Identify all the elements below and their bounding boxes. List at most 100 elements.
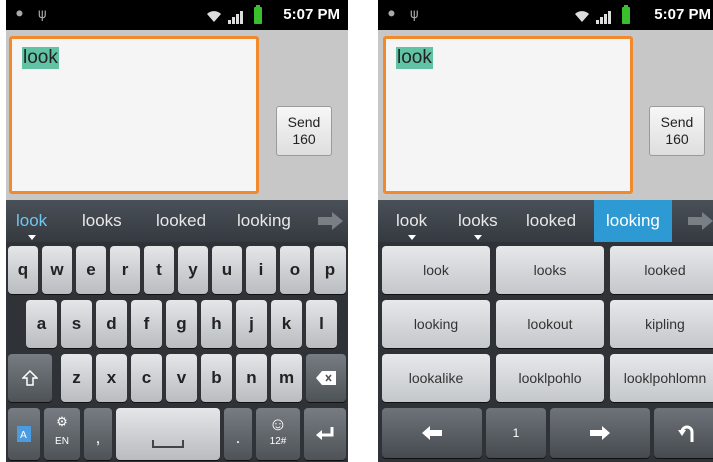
input-method-icon: A: [17, 426, 31, 442]
key-u[interactable]: u: [212, 246, 242, 294]
key-d[interactable]: d: [96, 300, 127, 348]
key-e[interactable]: e: [76, 246, 106, 294]
key-v[interactable]: v: [166, 354, 197, 402]
more-suggestions-arrow-icon[interactable]: [318, 212, 343, 230]
more-suggestions-arrow-icon[interactable]: [688, 212, 713, 230]
battery-icon: [254, 5, 262, 24]
suggestion-item[interactable]: looking: [237, 200, 291, 242]
key-o[interactable]: o: [280, 246, 310, 294]
symbols-key[interactable]: ☺ 12#: [256, 408, 300, 460]
key-r[interactable]: r: [110, 246, 140, 294]
left-phone-screen: ⚫ ψ 5:07 PM look Send 160 look looks loo…: [6, 0, 348, 462]
comma-key[interactable]: ,: [84, 408, 112, 460]
prediction-key[interactable]: looking: [382, 300, 490, 348]
key-h[interactable]: h: [201, 300, 232, 348]
key-t[interactable]: t: [144, 246, 174, 294]
char-counter: 160: [292, 131, 316, 147]
gear-icon: ⚙: [56, 414, 68, 429]
backspace-icon: [316, 371, 336, 385]
signal-icon: [596, 8, 614, 24]
key-w[interactable]: w: [42, 246, 72, 294]
key-n[interactable]: n: [236, 354, 267, 402]
arrow-left-icon: [422, 426, 442, 440]
send-button[interactable]: Send 160: [649, 106, 705, 156]
key-i[interactable]: i: [246, 246, 276, 294]
input-method-key[interactable]: A: [8, 408, 40, 460]
key-g[interactable]: g: [166, 300, 197, 348]
compose-area: look Send 160: [6, 30, 348, 200]
battery-icon: [622, 5, 630, 24]
period-key[interactable]: .: [224, 408, 252, 460]
key-p[interactable]: p: [314, 246, 346, 294]
key-z[interactable]: z: [61, 354, 92, 402]
message-text: look: [396, 47, 433, 69]
compose-area: look Send 160: [378, 30, 713, 200]
prediction-key[interactable]: lookalike: [382, 354, 490, 402]
key-s[interactable]: s: [61, 300, 92, 348]
undo-return-icon: [678, 425, 694, 442]
message-text: look: [22, 47, 59, 69]
usb-icon: ψ: [38, 7, 47, 22]
space-key[interactable]: [116, 408, 220, 460]
previous-page-key[interactable]: [382, 408, 482, 458]
emoji-icon: ☺: [268, 414, 288, 434]
arrow-right-icon: [590, 426, 610, 440]
status-bar: ⚫ ψ 5:07 PM: [6, 0, 348, 30]
key-k[interactable]: k: [271, 300, 302, 348]
svg-text:A: A: [20, 430, 27, 441]
prediction-key[interactable]: looked: [610, 246, 713, 294]
key-f[interactable]: f: [131, 300, 162, 348]
send-label: Send: [660, 114, 694, 130]
message-input[interactable]: look: [9, 36, 259, 194]
prediction-key[interactable]: lookout: [496, 300, 604, 348]
key-j[interactable]: j: [236, 300, 267, 348]
suggestion-item[interactable]: looks: [458, 200, 498, 242]
wifi-icon: [575, 11, 589, 22]
key-m[interactable]: m: [271, 354, 302, 402]
send-label: Send: [287, 114, 321, 130]
suggestion-item-selected[interactable]: looking: [594, 200, 672, 242]
suggestion-item[interactable]: look: [396, 200, 427, 242]
key-c[interactable]: c: [131, 354, 162, 402]
key-x[interactable]: x: [96, 354, 127, 402]
android-debug-icon: ⚫: [386, 7, 397, 22]
shift-key[interactable]: [8, 354, 52, 402]
key-a[interactable]: a: [26, 300, 57, 348]
message-input[interactable]: look: [383, 36, 633, 194]
status-bar: ⚫ ψ 5:07 PM: [378, 0, 713, 30]
suggestion-item[interactable]: looked: [156, 200, 206, 242]
key-q[interactable]: q: [8, 246, 38, 294]
prediction-key[interactable]: look: [382, 246, 490, 294]
suggestion-item[interactable]: looked: [526, 200, 576, 242]
language-label: EN: [55, 436, 69, 447]
signal-icon: [228, 8, 246, 24]
next-page-key[interactable]: [550, 408, 650, 458]
symbols-label: 12#: [269, 436, 287, 447]
qwerty-keyboard: q w e r t y u i o p a s d f g h j k l z …: [6, 242, 348, 462]
shift-icon: [21, 369, 39, 386]
backspace-key[interactable]: [306, 354, 346, 402]
status-time: 5:07 PM: [283, 6, 340, 23]
return-key[interactable]: [654, 408, 713, 458]
android-debug-icon: ⚫: [14, 7, 25, 22]
enter-key[interactable]: [304, 408, 346, 460]
key-b[interactable]: b: [201, 354, 232, 402]
status-time: 5:07 PM: [654, 6, 711, 23]
prediction-key[interactable]: kipling: [610, 300, 713, 348]
right-phone-screen: ⚫ ψ 5:07 PM look Send 160 look looks loo…: [378, 0, 713, 462]
wifi-icon: [207, 11, 221, 22]
suggestion-bar: look looks looked looking: [6, 200, 348, 242]
page-number: 1: [486, 408, 546, 458]
char-counter: 160: [665, 131, 689, 147]
prediction-key[interactable]: looks: [496, 246, 604, 294]
settings-language-key[interactable]: ⚙ EN: [44, 408, 80, 460]
usb-icon: ψ: [410, 7, 419, 22]
prediction-key[interactable]: looklpohlo: [496, 354, 604, 402]
prediction-keyboard: look looks looked looking lookout kiplin…: [378, 242, 713, 462]
send-button[interactable]: Send 160: [276, 106, 332, 156]
suggestion-item[interactable]: look: [16, 200, 47, 242]
suggestion-item[interactable]: looks: [82, 200, 122, 242]
prediction-key[interactable]: looklpohlomn: [610, 354, 713, 402]
key-y[interactable]: y: [178, 246, 208, 294]
key-l[interactable]: l: [306, 300, 337, 348]
